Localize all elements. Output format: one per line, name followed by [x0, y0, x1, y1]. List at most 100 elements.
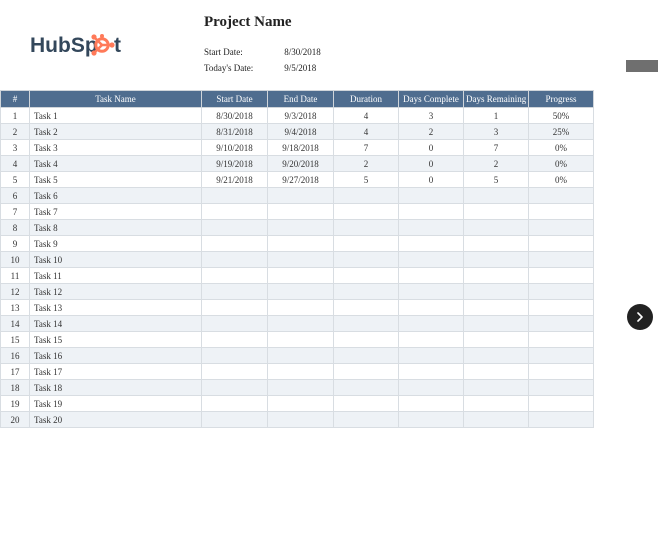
cell-start-date[interactable] — [202, 188, 268, 204]
cell-task-name[interactable]: Task 3 — [30, 140, 202, 156]
cell-start-date[interactable] — [202, 380, 268, 396]
cell-task-name[interactable]: Task 4 — [30, 156, 202, 172]
cell-duration[interactable] — [334, 204, 399, 220]
cell-days-complete[interactable] — [399, 364, 464, 380]
cell-days-remaining[interactable] — [464, 268, 529, 284]
cell-end-date[interactable] — [268, 380, 334, 396]
cell-num[interactable]: 15 — [1, 332, 30, 348]
cell-end-date[interactable] — [268, 412, 334, 428]
cell-end-date[interactable] — [268, 236, 334, 252]
cell-start-date[interactable] — [202, 268, 268, 284]
cell-days-complete[interactable] — [399, 300, 464, 316]
cell-num[interactable]: 16 — [1, 348, 30, 364]
cell-progress[interactable] — [529, 236, 594, 252]
cell-progress[interactable] — [529, 412, 594, 428]
cell-end-date[interactable]: 9/18/2018 — [268, 140, 334, 156]
cell-start-date[interactable]: 8/31/2018 — [202, 124, 268, 140]
cell-duration[interactable] — [334, 348, 399, 364]
cell-days-complete[interactable] — [399, 316, 464, 332]
cell-days-complete[interactable] — [399, 252, 464, 268]
cell-duration[interactable] — [334, 220, 399, 236]
cell-progress[interactable]: 50% — [529, 108, 594, 124]
cell-num[interactable]: 3 — [1, 140, 30, 156]
cell-num[interactable]: 9 — [1, 236, 30, 252]
table-row[interactable]: 12Task 12 — [1, 284, 594, 300]
cell-progress[interactable] — [529, 300, 594, 316]
cell-start-date[interactable] — [202, 412, 268, 428]
cell-days-remaining[interactable] — [464, 220, 529, 236]
table-row[interactable]: 9Task 9 — [1, 236, 594, 252]
cell-days-complete[interactable]: 0 — [399, 140, 464, 156]
cell-num[interactable]: 6 — [1, 188, 30, 204]
cell-days-remaining[interactable] — [464, 188, 529, 204]
cell-num[interactable]: 18 — [1, 380, 30, 396]
cell-days-remaining[interactable] — [464, 284, 529, 300]
cell-progress[interactable] — [529, 204, 594, 220]
cell-days-complete[interactable] — [399, 188, 464, 204]
cell-duration[interactable] — [334, 412, 399, 428]
cell-days-complete[interactable] — [399, 332, 464, 348]
cell-end-date[interactable] — [268, 220, 334, 236]
cell-progress[interactable] — [529, 220, 594, 236]
cell-start-date[interactable] — [202, 204, 268, 220]
cell-days-remaining[interactable]: 1 — [464, 108, 529, 124]
cell-task-name[interactable]: Task 9 — [30, 236, 202, 252]
table-row[interactable]: 17Task 17 — [1, 364, 594, 380]
cell-progress[interactable] — [529, 364, 594, 380]
table-row[interactable]: 1Task 18/30/20189/3/201843150% — [1, 108, 594, 124]
cell-days-complete[interactable] — [399, 268, 464, 284]
cell-progress[interactable]: 0% — [529, 156, 594, 172]
cell-days-complete[interactable] — [399, 348, 464, 364]
cell-progress[interactable] — [529, 332, 594, 348]
cell-days-remaining[interactable] — [464, 412, 529, 428]
cell-task-name[interactable]: Task 17 — [30, 364, 202, 380]
cell-num[interactable]: 5 — [1, 172, 30, 188]
cell-start-date[interactable] — [202, 396, 268, 412]
table-row[interactable]: 7Task 7 — [1, 204, 594, 220]
cell-start-date[interactable] — [202, 364, 268, 380]
table-row[interactable]: 3Task 39/10/20189/18/20187070% — [1, 140, 594, 156]
cell-progress[interactable] — [529, 316, 594, 332]
cell-num[interactable]: 14 — [1, 316, 30, 332]
cell-days-complete[interactable] — [399, 284, 464, 300]
cell-task-name[interactable]: Task 5 — [30, 172, 202, 188]
cell-task-name[interactable]: Task 7 — [30, 204, 202, 220]
cell-start-date[interactable]: 9/21/2018 — [202, 172, 268, 188]
cell-end-date[interactable] — [268, 188, 334, 204]
cell-days-remaining[interactable] — [464, 396, 529, 412]
next-button[interactable] — [627, 304, 653, 330]
cell-days-remaining[interactable]: 5 — [464, 172, 529, 188]
table-row[interactable]: 6Task 6 — [1, 188, 594, 204]
cell-days-remaining[interactable]: 7 — [464, 140, 529, 156]
cell-start-date[interactable]: 8/30/2018 — [202, 108, 268, 124]
cell-start-date[interactable]: 9/19/2018 — [202, 156, 268, 172]
table-row[interactable]: 15Task 15 — [1, 332, 594, 348]
cell-duration[interactable] — [334, 236, 399, 252]
cell-task-name[interactable]: Task 14 — [30, 316, 202, 332]
table-row[interactable]: 2Task 28/31/20189/4/201842325% — [1, 124, 594, 140]
cell-task-name[interactable]: Task 19 — [30, 396, 202, 412]
table-row[interactable]: 20Task 20 — [1, 412, 594, 428]
cell-days-complete[interactable] — [399, 220, 464, 236]
cell-days-complete[interactable]: 0 — [399, 172, 464, 188]
cell-progress[interactable] — [529, 348, 594, 364]
cell-duration[interactable] — [334, 300, 399, 316]
cell-days-remaining[interactable] — [464, 316, 529, 332]
cell-duration[interactable] — [334, 316, 399, 332]
cell-start-date[interactable] — [202, 220, 268, 236]
cell-end-date[interactable] — [268, 364, 334, 380]
cell-duration[interactable]: 7 — [334, 140, 399, 156]
cell-end-date[interactable] — [268, 252, 334, 268]
cell-task-name[interactable]: Task 11 — [30, 268, 202, 284]
cell-task-name[interactable]: Task 16 — [30, 348, 202, 364]
cell-days-remaining[interactable]: 2 — [464, 156, 529, 172]
cell-days-remaining[interactable] — [464, 348, 529, 364]
cell-duration[interactable] — [334, 252, 399, 268]
cell-progress[interactable] — [529, 284, 594, 300]
cell-duration[interactable] — [334, 396, 399, 412]
cell-duration[interactable] — [334, 188, 399, 204]
cell-start-date[interactable] — [202, 252, 268, 268]
cell-start-date[interactable] — [202, 316, 268, 332]
cell-start-date[interactable]: 9/10/2018 — [202, 140, 268, 156]
cell-task-name[interactable]: Task 1 — [30, 108, 202, 124]
